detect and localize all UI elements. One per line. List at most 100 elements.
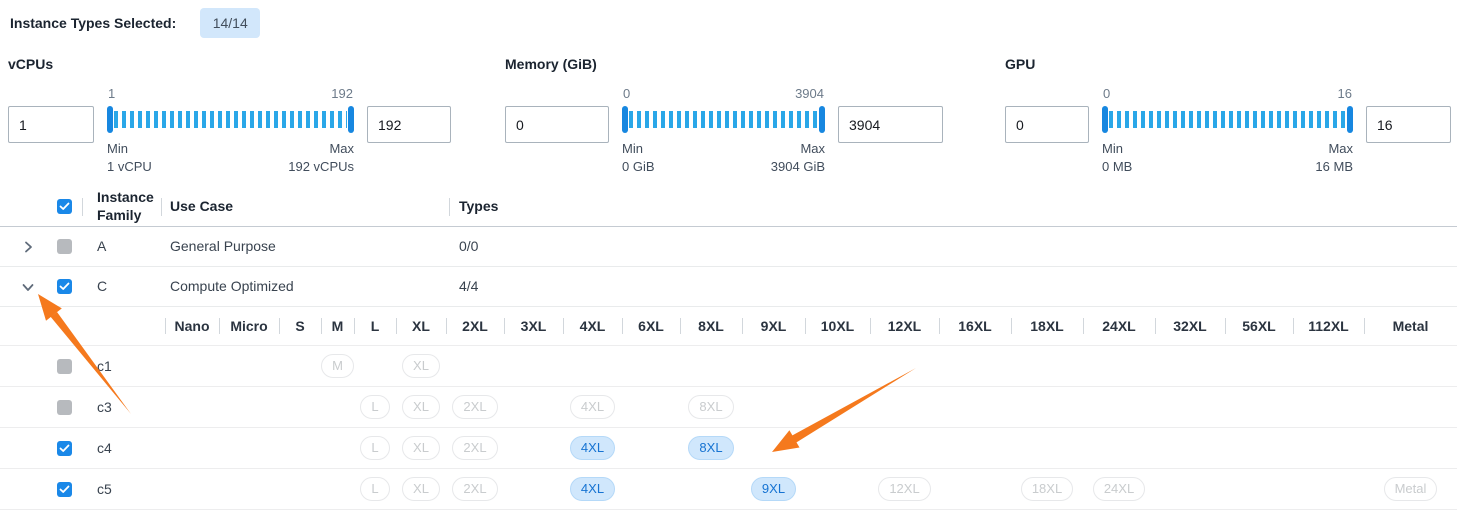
size-pill-c5-24xl[interactable]: 24XL <box>1093 477 1145 501</box>
selection-count-badge: 14/14 <box>200 8 260 38</box>
size-pill-c4-xl[interactable]: XL <box>402 436 440 460</box>
size-pill-c4-2xl[interactable]: 2XL <box>452 436 497 460</box>
size-cell: 2XL <box>446 387 504 427</box>
size-column-nano: Nano <box>165 307 219 345</box>
family-c-checkbox[interactable] <box>57 279 72 294</box>
column-divider <box>1225 318 1226 334</box>
size-pill-c4-4xl[interactable]: 4XL <box>570 436 615 460</box>
size-column-label: 32XL <box>1173 318 1206 334</box>
size-pill-c5-9xl[interactable]: 9XL <box>751 477 796 501</box>
size-cell <box>1225 346 1293 386</box>
size-column-label: 3XL <box>521 318 547 334</box>
size-pill-c5-4xl[interactable]: 4XL <box>570 477 615 501</box>
family-name: C <box>97 278 107 294</box>
size-column-10xl: 10XL <box>805 307 870 345</box>
size-column-label: Micro <box>230 318 267 334</box>
slider-scale-min: 1 <box>108 86 115 102</box>
size-cell <box>1225 428 1293 468</box>
size-column-112xl: 112XL <box>1293 307 1364 345</box>
size-cell: XL <box>396 428 446 468</box>
instance-name: c1 <box>97 358 112 374</box>
memory-min-input[interactable] <box>505 106 609 143</box>
column-divider <box>396 318 397 334</box>
check-icon <box>59 282 70 291</box>
size-columns-header: NanoMicroSMLXL2XL3XL4XL6XL8XL9XL10XL12XL… <box>0 307 1457 346</box>
family-a-checkbox[interactable] <box>57 239 72 254</box>
size-cell <box>165 387 219 427</box>
size-pill-c5-12xl[interactable]: 12XL <box>878 477 930 501</box>
vcpus-max-input[interactable] <box>367 106 451 143</box>
size-cell: 8XL <box>680 387 742 427</box>
size-column-2xl: 2XL <box>446 307 504 345</box>
range-filters: vCPUs 1 192 Min1 vCPU <box>0 56 1457 181</box>
size-cell <box>870 428 939 468</box>
slider-handle-min[interactable] <box>622 106 628 133</box>
slider-handle-min[interactable] <box>107 106 113 133</box>
size-cell <box>504 387 563 427</box>
size-cell <box>939 346 1011 386</box>
size-cell <box>219 469 279 509</box>
size-cell <box>939 387 1011 427</box>
size-cell: L <box>354 387 396 427</box>
select-all-checkbox[interactable] <box>57 199 72 214</box>
size-pill-c5-l[interactable]: L <box>360 477 389 501</box>
slider-handle-max[interactable] <box>819 106 825 133</box>
c4-checkbox[interactable] <box>57 441 72 456</box>
family-use-case: General Purpose <box>170 238 276 254</box>
slider-scale-max: 3904 <box>795 86 824 102</box>
size-cell <box>622 387 680 427</box>
c3-checkbox[interactable] <box>57 400 72 415</box>
size-cell <box>1293 346 1364 386</box>
size-pill-c5-18xl[interactable]: 18XL <box>1021 477 1073 501</box>
filter-memory: Memory (GiB) 0 3904 Min0 GiB <box>505 56 943 176</box>
selection-summary-label: Instance Types Selected: <box>10 15 176 31</box>
size-pill-c3-2xl[interactable]: 2XL <box>452 395 497 419</box>
size-column-8xl: 8XL <box>680 307 742 345</box>
size-column-9xl: 9XL <box>742 307 805 345</box>
c5-checkbox[interactable] <box>57 482 72 497</box>
instance-name: c3 <box>97 399 112 415</box>
size-cell: M <box>321 346 354 386</box>
size-cell <box>1155 387 1225 427</box>
size-cell: 9XL <box>742 469 805 509</box>
c1-checkbox[interactable] <box>57 359 72 374</box>
size-column-3xl: 3XL <box>504 307 563 345</box>
size-cell <box>504 346 563 386</box>
instance-name: c4 <box>97 440 112 456</box>
memory-max-input[interactable] <box>838 106 943 143</box>
chevron-down-icon[interactable] <box>21 280 35 294</box>
size-pill-c1-xl[interactable]: XL <box>402 354 440 378</box>
size-cell <box>563 346 622 386</box>
slider-min-caption: Min0 GiB <box>622 140 655 176</box>
slider-handle-min[interactable] <box>1102 106 1108 133</box>
size-pill-c3-xl[interactable]: XL <box>402 395 440 419</box>
size-cell <box>219 346 279 386</box>
size-cell <box>939 428 1011 468</box>
size-cell: XL <box>396 469 446 509</box>
gpu-min-input[interactable] <box>1005 106 1089 143</box>
slider-max-caption: Max16 MB <box>1315 140 1353 176</box>
size-pill-c3-l[interactable]: L <box>360 395 389 419</box>
size-pill-c1-m[interactable]: M <box>321 354 354 378</box>
size-pill-c4-8xl[interactable]: 8XL <box>688 436 733 460</box>
filter-title: vCPUs <box>8 56 451 72</box>
size-pill-c3-4xl[interactable]: 4XL <box>570 395 615 419</box>
size-pill-c5-metal[interactable]: Metal <box>1384 477 1438 501</box>
size-pill-c5-2xl[interactable]: 2XL <box>452 477 497 501</box>
slider-handle-max[interactable] <box>348 106 354 133</box>
size-cell: 2XL <box>446 428 504 468</box>
size-cell <box>1293 387 1364 427</box>
size-column-label: XL <box>412 318 430 334</box>
size-cell: XL <box>396 387 446 427</box>
vcpus-min-input[interactable] <box>8 106 94 143</box>
instance-row-c3: c3 L XL 2XL 4XL 8XL <box>0 387 1457 428</box>
size-pill-c5-xl[interactable]: XL <box>402 477 440 501</box>
chevron-right-icon[interactable] <box>21 240 35 254</box>
slider-handle-max[interactable] <box>1347 106 1353 133</box>
size-column-16xl: 16XL <box>939 307 1011 345</box>
size-pill-c4-l[interactable]: L <box>360 436 389 460</box>
size-column-label: 6XL <box>638 318 664 334</box>
gpu-max-input[interactable] <box>1366 106 1451 143</box>
size-pill-c3-8xl[interactable]: 8XL <box>688 395 733 419</box>
slider-scale-max: 192 <box>331 86 353 102</box>
